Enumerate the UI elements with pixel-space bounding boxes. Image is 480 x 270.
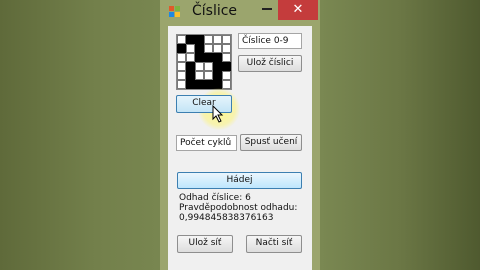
grid-cell[interactable] [177, 71, 186, 80]
grid-cell[interactable] [177, 35, 186, 44]
title-bar: Číslice ✕ [160, 0, 320, 26]
grid-cell[interactable] [204, 53, 213, 62]
cycles-input[interactable]: Počet cyklů [176, 135, 237, 151]
grid-cell[interactable] [222, 62, 231, 71]
grid-cell[interactable] [213, 44, 222, 53]
grid-cell[interactable] [195, 35, 204, 44]
grid-cell[interactable] [204, 62, 213, 71]
grid-cell[interactable] [177, 80, 186, 89]
grid-cell[interactable] [186, 44, 195, 53]
grid-cell[interactable] [186, 80, 195, 89]
grid-cell[interactable] [186, 71, 195, 80]
grid-cell[interactable] [195, 71, 204, 80]
load-net-button[interactable]: Načti síť [246, 235, 302, 253]
digit-input[interactable]: Číslice 0-9 [238, 33, 302, 49]
grid-cell[interactable] [177, 62, 186, 71]
save-net-button[interactable]: Ulož síť [177, 235, 233, 253]
grid-cell[interactable] [204, 35, 213, 44]
grid-cell[interactable] [213, 71, 222, 80]
save-digit-button[interactable]: Ulož číslici [238, 55, 302, 72]
grid-cell[interactable] [177, 44, 186, 53]
minimize-button[interactable] [262, 8, 274, 10]
grid-cell[interactable] [195, 80, 204, 89]
background-left [0, 0, 160, 270]
grid-cell[interactable] [204, 44, 213, 53]
grid-cell[interactable] [204, 71, 213, 80]
grid-cell[interactable] [213, 35, 222, 44]
grid-cell[interactable] [222, 35, 231, 44]
grid-cell[interactable] [177, 53, 186, 62]
grid-cell[interactable] [213, 62, 222, 71]
grid-cell[interactable] [204, 80, 213, 89]
grid-cell[interactable] [213, 53, 222, 62]
grid-cell[interactable] [186, 62, 195, 71]
background-right [320, 0, 480, 270]
grid-cell[interactable] [195, 53, 204, 62]
grid-cell[interactable] [195, 62, 204, 71]
close-button[interactable]: ✕ [278, 0, 318, 20]
grid-cell[interactable] [186, 35, 195, 44]
grid-cell[interactable] [222, 53, 231, 62]
grid-cell[interactable] [195, 44, 204, 53]
grid-cell[interactable] [222, 44, 231, 53]
probability-value: 0,994845838376163 [179, 213, 274, 223]
mouse-cursor-icon [212, 105, 224, 123]
window-title: Číslice [192, 3, 238, 19]
app-icon [169, 6, 182, 18]
start-learning-button[interactable]: Spusť učení [240, 134, 302, 151]
grid-cell[interactable] [222, 71, 231, 80]
drawing-grid[interactable] [176, 34, 232, 90]
close-icon: ✕ [292, 2, 304, 17]
app-window: Číslice ✕ Číslice 0-9 Ulož číslici Clear… [160, 0, 320, 270]
client-area: Číslice 0-9 Ulož číslici Clear Počet cyk… [168, 26, 312, 270]
grid-cell[interactable] [186, 53, 195, 62]
guess-button[interactable]: Hádej [177, 172, 302, 189]
